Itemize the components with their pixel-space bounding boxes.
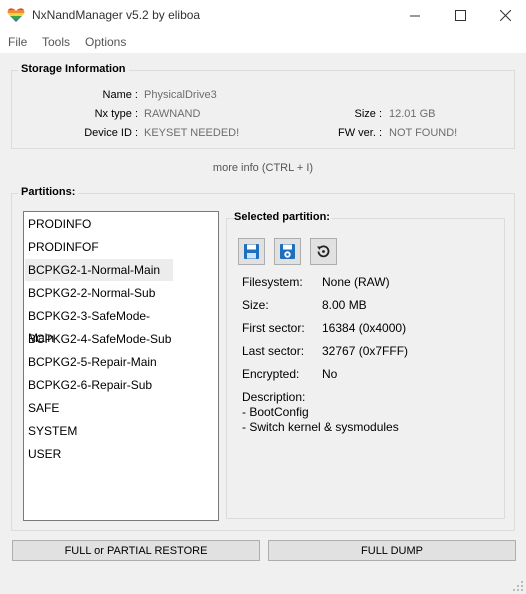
last-sector-value: 32767 (0x7FFF) <box>322 344 409 358</box>
name-label: Name : <box>102 89 138 101</box>
restore-icon <box>317 245 330 258</box>
partition-item-bcpkg2-4[interactable]: BCPKG2-4-SafeMode-Sub <box>25 328 173 350</box>
heart-app-icon <box>7 8 25 22</box>
device-id-value: KEYSET NEEDED! <box>144 127 240 139</box>
full-dump-button[interactable]: FULL DUMP <box>268 540 516 561</box>
encrypted-value: No <box>322 367 338 381</box>
description-line: - BootConfig <box>242 405 309 419</box>
minimize-button[interactable] <box>392 0 438 31</box>
close-button[interactable] <box>482 0 526 31</box>
partition-item-bcpkg2-3[interactable]: BCPKG2-3-SafeMode-Main <box>25 305 173 345</box>
maximize-icon <box>454 10 466 21</box>
storage-info-title: Storage Information <box>18 63 129 75</box>
last-sector-label: Last sector: <box>242 344 305 358</box>
fw-ver-label: FW ver. : <box>338 127 382 139</box>
partition-item-prodinfof[interactable]: PRODINFOF <box>25 236 173 258</box>
minimize-icon <box>410 15 420 16</box>
fw-ver-value: NOT FOUND! <box>389 127 458 139</box>
size-label: Size : <box>354 108 382 120</box>
partition-item-system[interactable]: SYSTEM <box>25 420 173 442</box>
maximize-button[interactable] <box>437 0 483 31</box>
restore-partition-button[interactable] <box>310 238 337 265</box>
partition-item-bcpkg2-6[interactable]: BCPKG2-6-Repair-Sub <box>25 374 173 396</box>
partition-item-bcpkg2-1[interactable]: BCPKG2-1-Normal-Main <box>25 259 173 281</box>
partition-item-bcpkg2-2[interactable]: BCPKG2-2-Normal-Sub <box>25 282 173 304</box>
dump-partition-button[interactable] <box>238 238 265 265</box>
description-line: - Switch kernel & sysmodules <box>242 420 399 434</box>
partition-item-safe[interactable]: SAFE <box>25 397 173 419</box>
partition-item-prodinfo[interactable]: PRODINFO <box>25 213 173 235</box>
save-options-icon <box>280 244 295 259</box>
name-value: PhysicalDrive3 <box>144 89 217 101</box>
partition-list[interactable]: PRODINFO PRODINFOF BCPKG2-1-Normal-Main … <box>23 211 219 521</box>
filesystem-value: None (RAW) <box>322 275 390 289</box>
first-sector-label: First sector: <box>242 321 305 335</box>
save-icon <box>244 244 259 259</box>
size-prop-value: 8.00 MB <box>322 298 367 312</box>
partition-item-bcpkg2-5[interactable]: BCPKG2-5-Repair-Main <box>25 351 173 373</box>
full-partial-restore-button[interactable]: FULL or PARTIAL RESTORE <box>12 540 260 561</box>
title-bar: NxNandManager v5.2 by eliboa <box>0 0 526 31</box>
partitions-title: Partitions: <box>18 186 79 198</box>
menu-tools[interactable]: Tools <box>42 35 70 49</box>
close-icon <box>499 10 511 21</box>
description-label: Description: <box>242 390 306 404</box>
dump-options-button[interactable] <box>274 238 301 265</box>
resize-grip-icon[interactable] <box>512 580 524 592</box>
first-sector-value: 16384 (0x4000) <box>322 321 407 335</box>
main-panel: Storage Information Name : PhysicalDrive… <box>0 53 526 594</box>
menu-options[interactable]: Options <box>85 35 126 49</box>
selected-partition-title: Selected partition: <box>234 211 332 223</box>
nx-type-value: RAWNAND <box>144 108 201 120</box>
more-info-link[interactable]: more info (CTRL + I) <box>0 162 526 174</box>
size-prop-label: Size: <box>242 298 269 312</box>
size-value: 12.01 GB <box>389 108 436 120</box>
partition-item-user[interactable]: USER <box>25 443 173 465</box>
nx-type-label: Nx type : <box>94 108 138 120</box>
window-title: NxNandManager v5.2 by eliboa <box>32 8 201 22</box>
device-id-label: Device ID : <box>84 127 138 139</box>
filesystem-label: Filesystem: <box>242 275 303 289</box>
encrypted-label: Encrypted: <box>242 367 300 381</box>
menu-bar: File Tools Options <box>0 31 526 53</box>
menu-file[interactable]: File <box>8 35 27 49</box>
